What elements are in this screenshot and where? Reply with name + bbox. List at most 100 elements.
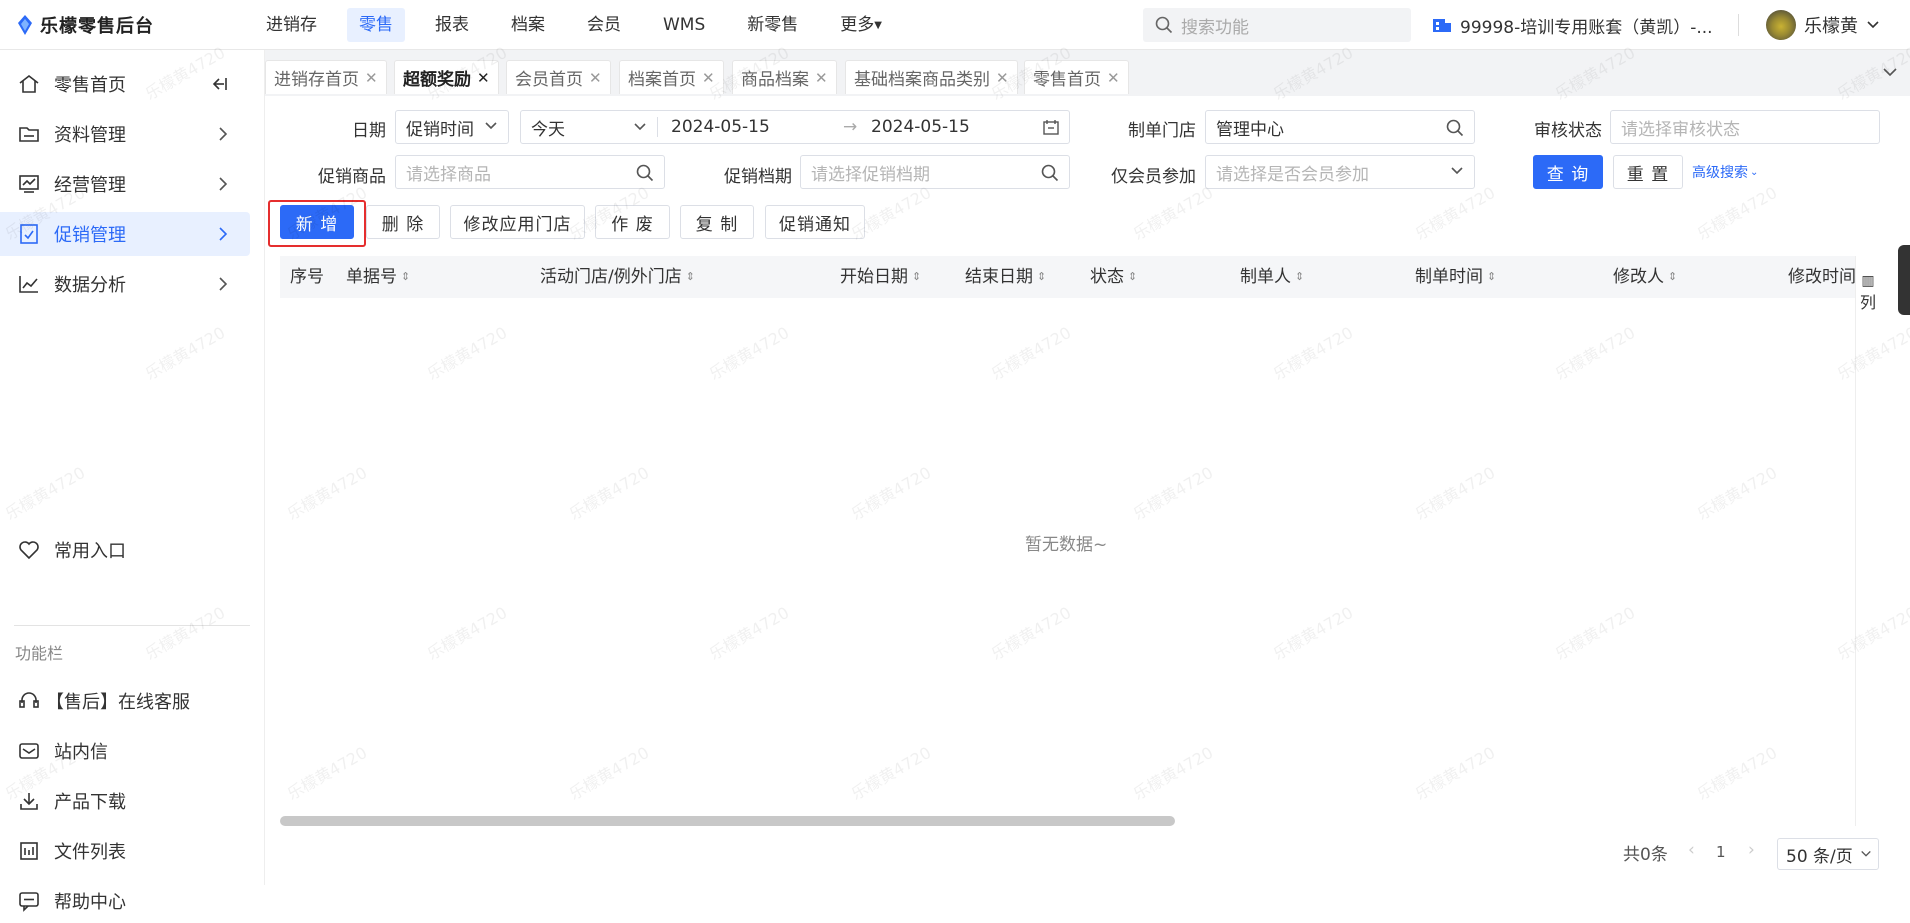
sidebar-item-operations[interactable]: 经营管理 (0, 162, 250, 206)
member-select[interactable]: 请选择是否会员参加 (1205, 155, 1475, 189)
prev-page-icon[interactable]: ‹ (1688, 840, 1695, 860)
column-header-modify-time[interactable]: 修改时间 (1788, 256, 1855, 298)
sidebar-item-promotion[interactable]: 促销管理 (0, 212, 250, 256)
date-type-value: 促销时间 (406, 119, 474, 140)
sidebar-tool-file-list[interactable]: 文件列表 (0, 829, 250, 873)
topnav-more[interactable]: 更多▼ (828, 8, 894, 42)
column-settings-button[interactable]: ▥ 列 (1855, 256, 1880, 826)
tab-retail-home[interactable]: 零售首页 ✕ (1024, 60, 1129, 94)
floating-side-handle[interactable] (1898, 245, 1910, 315)
tab-member-home[interactable]: 会员首页 ✕ (506, 60, 611, 94)
next-page-icon[interactable]: › (1748, 840, 1755, 860)
topnav-inventory[interactable]: 进销存 (254, 8, 329, 42)
search-icon[interactable] (1446, 119, 1464, 137)
column-header-status[interactable]: 状态 ⇕ (1090, 256, 1137, 298)
close-icon[interactable]: ✕ (477, 69, 490, 87)
sidebar-item-retail-home[interactable]: 零售首页 (0, 62, 250, 106)
date-range-picker[interactable]: 今天 2024-05-15 → 2024-05-15 (520, 110, 1070, 144)
reset-button[interactable]: 重 置 (1613, 155, 1683, 189)
date-type-select[interactable]: 促销时间 (395, 110, 509, 144)
tab-label: 超额奖励 (403, 70, 471, 90)
column-header-label: 修改人 (1613, 267, 1664, 287)
search-input[interactable]: 搜索功能 (1143, 8, 1411, 42)
sort-icon[interactable]: ⇕ (401, 256, 410, 298)
watermark: 乐檬黄4720 (1411, 182, 1499, 244)
page-size-select[interactable]: 50 条/页 (1777, 838, 1879, 870)
sidebar-item-data-management[interactable]: 资料管理 (0, 112, 250, 156)
chevron-right-icon (219, 127, 228, 141)
sidebar-item-label: 促销管理 (54, 225, 126, 246)
sort-icon[interactable]: ⇕ (1668, 256, 1677, 298)
column-header-doc-no[interactable]: 单据号 ⇕ (346, 256, 410, 298)
sort-icon[interactable]: ⇕ (1037, 256, 1046, 298)
column-header-start-date[interactable]: 开始日期 ⇕ (840, 256, 921, 298)
column-header-end-date[interactable]: 结束日期 ⇕ (965, 256, 1046, 298)
tab-product-archive[interactable]: 商品档案 ✕ (732, 60, 837, 94)
sort-icon[interactable]: ⇕ (912, 256, 921, 298)
topnav-archives[interactable]: 档案 (499, 8, 557, 42)
table-header: 序号 单据号 ⇕ 活动门店/例外门店 ⇕ 开始日期 ⇕ 结束日期 ⇕ 状态 ⇕ 制单人 ⇕ … (280, 256, 1855, 298)
search-icon[interactable] (636, 164, 654, 182)
modify-stores-button[interactable]: 修改应用门店 (450, 205, 585, 239)
sidebar-tool-help[interactable]: 帮助中心 (0, 879, 250, 923)
date-end[interactable]: 2024-05-15 (871, 117, 970, 137)
topnav-members[interactable]: 会员 (575, 8, 633, 42)
sidebar-tool-download[interactable]: 产品下载 (0, 779, 250, 823)
chevron-down-icon (1451, 167, 1463, 175)
column-header-modifier[interactable]: 修改人 ⇕ (1613, 256, 1677, 298)
tab-product-category[interactable]: 基础档案商品类别 ✕ (845, 60, 1018, 94)
chevron-down-icon (485, 122, 497, 130)
sort-icon[interactable]: ⇕ (1295, 256, 1304, 298)
add-button[interactable]: 新 增 (280, 205, 354, 239)
column-header-index: 序号 (290, 256, 324, 298)
user-menu[interactable]: 乐檬黄 (1766, 8, 1880, 42)
advanced-search-link[interactable]: 高级搜索 ⌄ (1692, 162, 1758, 182)
tab-inventory-home[interactable]: 进销存首页 ✕ (265, 60, 387, 94)
audit-select[interactable]: 请选择审核状态 (1610, 110, 1880, 144)
horizontal-scrollbar[interactable] (280, 816, 1175, 826)
page-number[interactable]: 1 (1716, 843, 1726, 861)
sidebar-item-data-analysis[interactable]: 数据分析 (0, 262, 250, 306)
account-selector[interactable]: 99998-培训专用账套（黄凯）-... (1432, 8, 1713, 42)
sidebar-tool-messages[interactable]: 站内信 (0, 729, 250, 773)
query-button[interactable]: 查 询 (1533, 155, 1603, 189)
store-input[interactable]: 管理中心 (1205, 110, 1475, 144)
sort-icon[interactable]: ⇕ (1487, 256, 1496, 298)
close-icon[interactable]: ✕ (996, 69, 1009, 87)
collapse-left-icon[interactable] (210, 75, 228, 93)
void-button[interactable]: 作 废 (595, 205, 670, 239)
topnav-retail[interactable]: 零售 (347, 8, 405, 42)
close-icon[interactable]: ✕ (702, 69, 715, 87)
period-label: 促销档期 (724, 167, 792, 187)
close-icon[interactable]: ✕ (589, 69, 602, 87)
topnav-wms[interactable]: WMS (651, 8, 717, 42)
close-icon[interactable]: ✕ (365, 69, 378, 87)
promo-notice-button[interactable]: 促销通知 (765, 205, 865, 239)
sidebar-favorites[interactable]: 常用入口 (0, 528, 250, 572)
goods-input[interactable]: 请选择商品 (395, 155, 665, 189)
sort-icon[interactable]: ⇕ (686, 256, 695, 298)
top-nav: 进销存 零售 报表 档案 会员 WMS 新零售 更多▼ (254, 8, 912, 42)
chevron-down-icon[interactable] (1882, 66, 1898, 78)
column-header-creator[interactable]: 制单人 ⇕ (1240, 256, 1304, 298)
close-icon[interactable]: ✕ (1107, 69, 1120, 87)
column-header-create-time[interactable]: 制单时间 ⇕ (1415, 256, 1496, 298)
copy-button[interactable]: 复 制 (680, 205, 754, 239)
topnav-more-label: 更多 (840, 15, 875, 35)
watermark: 乐檬黄4720 (1693, 742, 1781, 804)
delete-button[interactable]: 删 除 (366, 205, 440, 239)
topnav-new-retail[interactable]: 新零售 (735, 8, 810, 42)
advanced-search-label: 高级搜索 (1692, 165, 1748, 181)
date-start[interactable]: 2024-05-15 (671, 117, 770, 137)
sidebar-tool-customer-service[interactable]: 【售后】在线客服 (0, 679, 250, 723)
period-input[interactable]: 请选择促销档期 (800, 155, 1070, 189)
topnav-reports[interactable]: 报表 (423, 8, 481, 42)
tab-excess-reward[interactable]: 超额奖励 ✕ (394, 60, 499, 94)
column-header-stores[interactable]: 活动门店/例外门店 ⇕ (540, 256, 695, 298)
sort-icon[interactable]: ⇕ (1128, 256, 1137, 298)
watermark: 乐檬黄4720 (565, 462, 653, 524)
close-icon[interactable]: ✕ (815, 69, 828, 87)
tab-archive-home[interactable]: 档案首页 ✕ (619, 60, 724, 94)
search-icon[interactable] (1041, 164, 1059, 182)
app-logo[interactable]: 乐檬零售后台 (16, 12, 154, 38)
